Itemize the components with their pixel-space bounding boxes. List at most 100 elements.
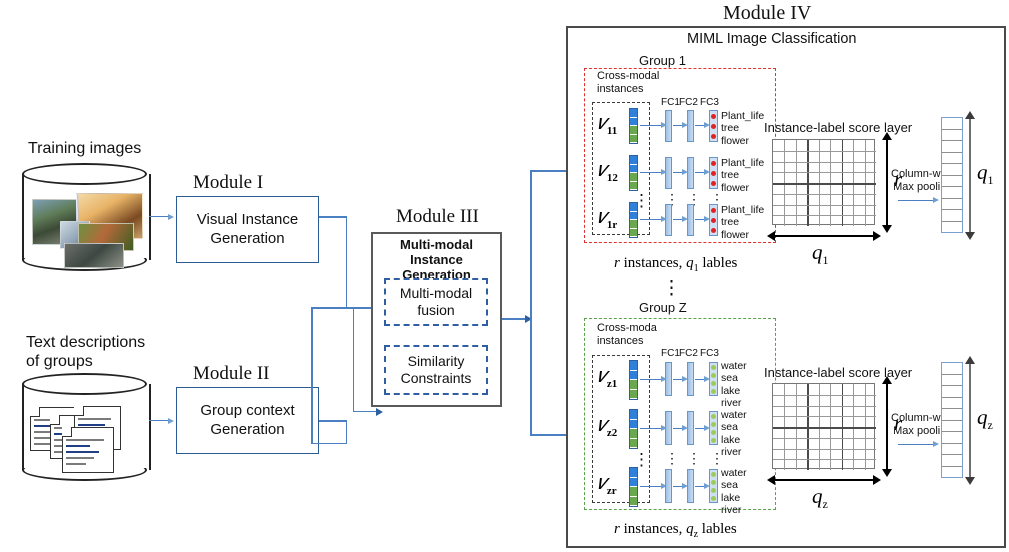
dim-arrow-icon [873, 475, 881, 485]
fc3-nodes [709, 411, 718, 445]
grid-line-horizontal [773, 448, 876, 450]
fc2-layer [687, 362, 694, 396]
arrow-to-similarity-v [353, 307, 355, 412]
arrow-pooling-1 [898, 200, 934, 202]
similarity-constraints-box[interactable]: Similarity Constraints [384, 345, 488, 395]
fc3-label: FC3 [700, 97, 719, 108]
instance-symbol-v1r: 𝑣1r [597, 204, 618, 232]
instance-vector-vz2 [629, 409, 638, 449]
dim-arrow-icon [882, 376, 892, 384]
group-1-cross-modal-label: Cross-modal instances [597, 70, 660, 96]
instance-vector-v12 [629, 155, 638, 191]
arrow-to-similarity-h [353, 411, 377, 413]
connector-bus-bottom [311, 442, 347, 445]
ellipsis: ⋮ [662, 278, 681, 299]
dim-arrow-icon [767, 475, 775, 485]
grid-line-horizontal [773, 150, 876, 152]
tag-item: lake [721, 491, 741, 504]
fc3-nodes [709, 110, 718, 142]
arrow-head-icon [168, 417, 174, 424]
group-z-caption: r instances, qz lables [614, 521, 737, 540]
instance-symbol-vz2: 𝑣z2 [597, 412, 618, 440]
tag-item: sea [721, 421, 738, 434]
arrow-v1r-to-fc1 [640, 219, 662, 221]
instance-label-score-grid-1 [772, 139, 876, 226]
arrow-text-to-module2 [149, 420, 169, 422]
instance-vector-vz1 [629, 360, 638, 400]
ellipsis: ⋮ [687, 191, 701, 207]
fc3-nodes [709, 469, 718, 503]
grid-line-horizontal [773, 437, 876, 439]
module-1-box[interactable]: Visual Instance Generation [176, 196, 319, 263]
arrow-to-fusion [311, 307, 377, 309]
tag-item: lake [721, 433, 741, 446]
instance-symbol-vzr: 𝑣zr [597, 470, 617, 498]
instance-label-score-grid-z [772, 383, 876, 470]
tag-item: river [721, 446, 742, 459]
fc1-label: FC1 [661, 348, 680, 359]
dim-arrow-icon [965, 232, 975, 240]
fc2-layer [687, 110, 694, 142]
dim-arrow-icon [965, 477, 975, 485]
dim-arrow-icon [882, 225, 892, 233]
group-1-caption: r instances, q1 lables [614, 255, 738, 274]
grid-line-horizontal [773, 416, 876, 418]
arrow-v12-to-fc1 [640, 172, 662, 174]
instance-symbol-v12: 𝑣12 [597, 157, 618, 185]
arrow-images-to-module1 [149, 216, 169, 218]
dim-arrow-icon [965, 356, 975, 364]
tag-item: lake [721, 384, 741, 397]
document-sheet [62, 427, 114, 473]
tag-item: tree [721, 216, 740, 229]
group-z-tags: water sea lake river [721, 360, 747, 410]
group-1-tags: Plant_life tree flower [721, 110, 764, 147]
cylinder-top [22, 163, 147, 185]
tag-item: sea [721, 372, 738, 385]
dim-line-vertical-z [886, 383, 888, 469]
arrow-m3-out [502, 318, 526, 320]
cylinder-top [22, 373, 147, 395]
fc2-layer [687, 157, 694, 189]
fc3-label: FC3 [700, 348, 719, 359]
fc1-layer [665, 204, 672, 236]
grid-line-horizontal [773, 394, 876, 396]
instance-symbol-vz1: 𝑣z1 [597, 363, 618, 391]
tag-item: Plant_life [721, 204, 765, 216]
instance-vector-v11 [629, 108, 638, 144]
similarity-constraints-label: Similarity Constraints [400, 352, 472, 387]
dim-arrow-icon [767, 231, 775, 241]
grid-line-horizontal [773, 427, 876, 429]
instance-symbol-v11: 𝑣11 [597, 110, 618, 138]
connector-m1-down [345, 216, 348, 308]
tag-item: water [721, 360, 747, 372]
fc3-nodes [709, 362, 718, 396]
arrow-head-icon [933, 197, 939, 203]
ellipsis: ⋮ [665, 450, 679, 466]
grid-line-horizontal [773, 183, 876, 185]
training-images-database-icon [22, 163, 151, 271]
group-1-tags: Plant_life tree flower [721, 204, 764, 241]
fc2-label: FC2 [679, 97, 698, 108]
col-dim-1: q1 [812, 240, 829, 268]
dim-arrow-icon [965, 111, 975, 119]
miml-heading: MIML Image Classification [687, 31, 857, 47]
dim-line-horizontal-z [774, 479, 874, 481]
arrow-head-icon [168, 213, 174, 220]
output-vector-z [941, 362, 963, 478]
module-2-box[interactable]: Group context Generation [176, 387, 319, 454]
connector-bus-vertical [311, 308, 313, 443]
out-dim-z: qz [977, 405, 993, 433]
module-1-label: Visual Instance Generation [196, 210, 299, 247]
tag-item: water [721, 409, 747, 421]
fc2-layer [687, 204, 694, 236]
training-images-label: Training images [28, 140, 142, 157]
tag-item: flower [721, 228, 750, 241]
instance-vector-vzr [629, 467, 638, 507]
arrow-vz2-to-fc1 [640, 428, 662, 430]
out-dim-line-z [969, 363, 971, 477]
module-1-title: Module I [193, 172, 264, 193]
ellipsis: ⋮ [665, 191, 679, 207]
fc3-nodes [709, 204, 718, 236]
dim-arrow-icon [882, 132, 892, 140]
multimodal-fusion-box[interactable]: Multi-modal fusion [384, 278, 488, 326]
